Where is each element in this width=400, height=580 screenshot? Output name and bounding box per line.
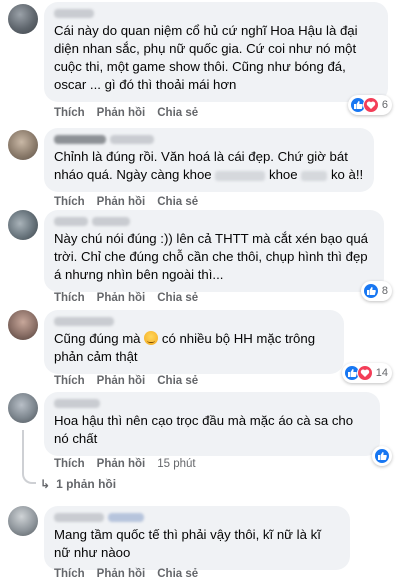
avatar[interactable] [8, 506, 38, 536]
commenter-name-redacted[interactable] [54, 215, 374, 227]
reaction-summary[interactable]: 8 [360, 281, 392, 301]
reaction-summary[interactable]: 6 [347, 95, 392, 115]
redacted-word [215, 170, 266, 181]
avatar[interactable] [8, 310, 38, 340]
reaction-count: 8 [381, 285, 388, 297]
like-button[interactable]: Thích [54, 568, 85, 580]
reaction-count: 14 [375, 367, 388, 379]
avatar[interactable] [8, 4, 38, 34]
reply-button[interactable]: Phản hồi [97, 568, 146, 580]
love-reaction-icon [362, 97, 379, 113]
share-button[interactable]: Chia sẻ [157, 196, 198, 208]
avatar[interactable] [8, 210, 38, 240]
commenter-name-redacted[interactable] [54, 7, 378, 19]
share-button[interactable]: Chia sẻ [157, 292, 198, 304]
share-button[interactable]: Chia sẻ [157, 568, 198, 580]
comment-bubble: Mang tầm quốc tế thì phải vậy thôi, kĩ n… [44, 506, 350, 570]
reply-button[interactable]: Phản hồi [97, 196, 146, 208]
comment-actions: Thích Phản hồi Chia sẻ [54, 375, 198, 387]
reply-button[interactable]: Phản hồi [97, 107, 146, 119]
comment-text: Hoa hậu thì nên cạo trọc đầu mà mặc áo c… [54, 413, 354, 446]
like-reaction-icon [362, 283, 379, 299]
thread-line [22, 430, 24, 472]
comment-text: Cũng đúng mà có nhiều bộ HH mặc trông ph… [54, 331, 316, 364]
like-button[interactable]: Thích [54, 292, 85, 304]
comment-actions: Thích Phản hồi Chia sẻ [54, 568, 198, 580]
commenter-name-redacted[interactable] [54, 133, 364, 145]
comment-text: Này chú nói đúng :)) lên cả THTT mà cắt … [54, 231, 368, 282]
avatar[interactable] [8, 393, 38, 423]
comment-text: Mang tầm quốc tế thì phải vậy thôi, kĩ n… [54, 527, 321, 560]
view-replies-link[interactable]: ↳ 1 phản hồi [40, 477, 116, 491]
comment-bubble: Này chú nói đúng :)) lên cả THTT mà cắt … [44, 210, 384, 292]
like-button[interactable]: Thích [54, 107, 85, 119]
like-button[interactable]: Thích [54, 196, 85, 208]
like-button[interactable]: Thích [54, 375, 85, 387]
comment-bubble: Cũng đúng mà có nhiều bộ HH mặc trông ph… [44, 310, 344, 374]
share-button[interactable]: Chia sẻ [157, 107, 198, 119]
like-reaction-icon [374, 448, 390, 464]
comment-actions: Thích Phản hồi Chia sẻ [54, 292, 198, 304]
reply-button[interactable]: Phản hồi [97, 375, 146, 387]
commenter-name-redacted[interactable] [54, 315, 334, 327]
comment-bubble: Hoa hậu thì nên cạo trọc đầu mà mặc áo c… [44, 392, 380, 456]
reply-arrow-icon: ↳ [40, 477, 51, 491]
comment-text: Chỉnh là đúng rồi. Văn hoá là cái đẹp. C… [54, 149, 364, 182]
reaction-summary[interactable] [372, 446, 392, 466]
like-button[interactable]: Thích [54, 458, 85, 470]
reaction-summary[interactable]: 14 [341, 363, 392, 383]
comment-timestamp[interactable]: 15 phút [157, 458, 195, 470]
comment-bubble: Cái này do quan niệm cổ hủ cứ nghĩ Hoa H… [44, 2, 388, 102]
sad-face-emoji-icon [144, 331, 159, 345]
comment-actions: Thích Phản hồi Chia sẻ [54, 196, 198, 208]
share-button[interactable]: Chia sẻ [157, 375, 198, 387]
reply-button[interactable]: Phản hồi [97, 458, 146, 470]
commenter-name-redacted[interactable] [54, 511, 340, 523]
comment-text: Cái này do quan niệm cổ hủ cứ nghĩ Hoa H… [54, 23, 358, 92]
reply-connector [22, 472, 36, 484]
comment-actions: Thích Phản hồi 15 phút [54, 458, 196, 470]
reaction-count: 6 [381, 99, 388, 111]
love-reaction-icon [356, 365, 373, 381]
commenter-name-redacted[interactable] [54, 397, 370, 409]
redacted-word [301, 170, 328, 181]
avatar[interactable] [8, 130, 38, 160]
reply-button[interactable]: Phản hồi [97, 292, 146, 304]
comment-bubble: Chỉnh là đúng rồi. Văn hoá là cái đẹp. C… [44, 128, 374, 192]
comment-actions: Thích Phản hồi Chia sẻ [54, 107, 198, 119]
